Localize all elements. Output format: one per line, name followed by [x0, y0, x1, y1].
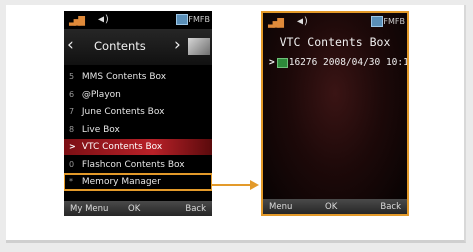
screenshot-card: ▂▄▆ ◀) FMFB ‹ Contents › 5 MMS Contents …	[6, 5, 466, 243]
transition-arrow-icon	[212, 180, 259, 190]
